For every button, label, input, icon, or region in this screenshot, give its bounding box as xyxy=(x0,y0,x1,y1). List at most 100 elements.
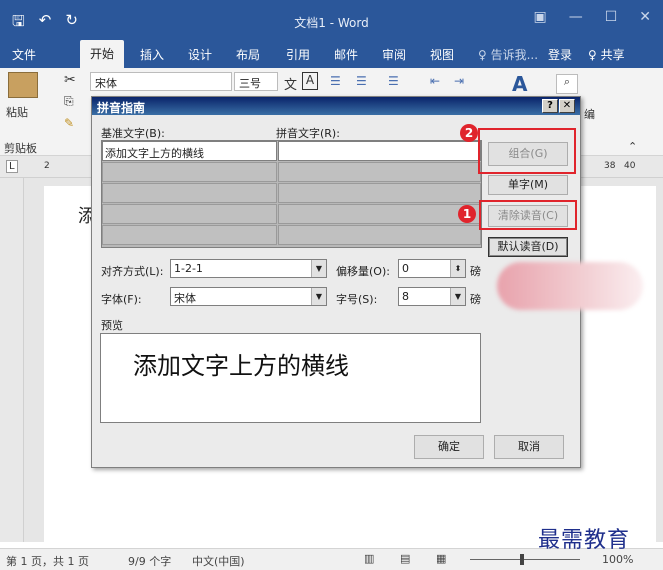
font-label: 字体(F): xyxy=(101,293,142,306)
cut-icon[interactable]: ✂ xyxy=(64,72,76,88)
base-text-label: 基准文字(B): xyxy=(101,127,165,140)
font-size-box[interactable]: 三号 xyxy=(234,72,278,91)
find-icon[interactable]: ⌕ xyxy=(556,74,578,94)
offset-label: 偏移量(O): xyxy=(336,265,390,278)
base-text-field[interactable]: 添加文字上方的横线 xyxy=(102,141,277,161)
minimize-icon[interactable]: — xyxy=(569,9,583,25)
clipboard-group-label: 剪贴板 xyxy=(4,142,37,155)
dialog-close-button[interactable]: ✕ xyxy=(559,99,575,113)
preview-label: 预览 xyxy=(101,319,123,332)
ruby-text-field[interactable] xyxy=(278,141,481,161)
tab-file[interactable]: 文件 xyxy=(12,46,36,63)
ruler-number: 38 xyxy=(604,161,616,171)
phonetic-guide-icon[interactable]: 文 xyxy=(284,74,297,93)
tab-review[interactable]: 审阅 xyxy=(382,46,406,63)
font-value: 宋体 xyxy=(174,292,196,305)
ruby-text-field xyxy=(278,204,481,224)
annotation-box-2 xyxy=(478,128,576,174)
blurred-region xyxy=(497,262,643,310)
bullets-icon[interactable]: ☰ xyxy=(330,74,341,88)
close-icon[interactable]: ✕ xyxy=(639,9,651,25)
ruby-text-field xyxy=(278,225,481,245)
chevron-down-icon: ▼ xyxy=(311,288,326,305)
default-reading-button[interactable]: 默认读音(D) xyxy=(488,237,568,257)
page-count[interactable]: 第 1 页，共 1 页 xyxy=(6,553,89,569)
dialog-title: 拼音指南 xyxy=(97,101,146,115)
increase-indent-icon[interactable]: ⇥ xyxy=(454,74,464,88)
multilevel-list-icon[interactable]: ☰ xyxy=(388,74,399,88)
collapse-ribbon-icon[interactable]: ⌃ xyxy=(628,140,637,153)
base-text-field xyxy=(102,183,277,203)
watermark: 最需教育 xyxy=(538,528,631,553)
ruler-number: 2 xyxy=(44,161,50,171)
chevron-down-icon: ▼ xyxy=(450,288,465,305)
base-text-field xyxy=(102,225,277,245)
maximize-icon[interactable]: ☐ xyxy=(605,9,618,25)
help-button[interactable]: ? xyxy=(542,99,558,113)
ruby-text-field xyxy=(278,183,481,203)
title-bar: 🖫 ↶ ↻ 文档1 - Word ▣ — ☐ ✕ xyxy=(0,0,663,40)
word-count[interactable]: 9/9 个字 xyxy=(128,553,171,569)
alignment-select[interactable]: 1-2-1 ▼ xyxy=(170,259,327,278)
annotation-box-1 xyxy=(479,200,577,230)
paste-label: 粘贴 xyxy=(6,106,28,119)
alignment-label: 对齐方式(L): xyxy=(101,265,164,278)
font-select[interactable]: 宋体 ▼ xyxy=(170,287,327,306)
char-border-icon[interactable]: A xyxy=(302,72,318,90)
tab-design[interactable]: 设计 xyxy=(188,46,212,63)
ribbon-display-icon[interactable]: ▣ xyxy=(533,9,546,25)
tab-references[interactable]: 引用 xyxy=(286,46,310,63)
size-value: 8 xyxy=(402,290,409,303)
ribbon-tabs: 文件 开始 插入 设计 布局 引用 邮件 审阅 视图 ♀ 告诉我... 登录 ♀… xyxy=(0,40,663,68)
signin-link[interactable]: 登录 xyxy=(548,46,572,63)
zoom-slider-handle[interactable] xyxy=(520,554,524,565)
offset-value: 0 xyxy=(402,262,409,275)
base-text-field xyxy=(102,162,277,182)
read-mode-icon[interactable]: ▥ xyxy=(364,552,374,565)
vertical-ruler xyxy=(0,178,24,542)
offset-unit: 磅 xyxy=(470,265,481,278)
decrease-indent-icon[interactable]: ⇤ xyxy=(430,74,440,88)
tab-selector[interactable]: L xyxy=(6,160,18,173)
phonetic-grid: 添加文字上方的横线 xyxy=(101,140,482,248)
dialog-title-bar: 拼音指南 xyxy=(92,97,580,115)
tab-mailings[interactable]: 邮件 xyxy=(334,46,358,63)
copy-icon[interactable]: ⎘ xyxy=(64,94,74,109)
annotation-badge-1: 1 xyxy=(458,205,476,223)
tab-view[interactable]: 视图 xyxy=(430,46,454,63)
chevron-down-icon: ▼ xyxy=(311,260,326,277)
share-button[interactable]: ♀ 共享 xyxy=(588,46,625,63)
single-char-button[interactable]: 单字(M) xyxy=(488,175,568,195)
font-name-box[interactable]: 宋体 xyxy=(90,72,232,91)
ruby-text-field xyxy=(278,162,481,182)
ok-button[interactable]: 确定 xyxy=(414,435,484,459)
styles-icon[interactable]: A xyxy=(512,72,527,96)
tab-insert[interactable]: 插入 xyxy=(140,46,164,63)
ruby-text-label: 拼音文字(R): xyxy=(276,127,340,140)
editing-label-fragment: 编 xyxy=(584,108,595,121)
preview-box: 添加文字上方的横线 xyxy=(100,333,481,423)
tab-layout[interactable]: 布局 xyxy=(236,46,260,63)
size-select[interactable]: 8 ▼ xyxy=(398,287,466,306)
size-unit: 磅 xyxy=(470,293,481,306)
zoom-slider[interactable] xyxy=(470,559,580,560)
tell-me-box[interactable]: ♀ 告诉我... xyxy=(478,46,538,63)
tab-home[interactable]: 开始 xyxy=(80,40,125,68)
zoom-level[interactable]: 100% xyxy=(602,553,633,566)
alignment-value: 1-2-1 xyxy=(174,262,203,275)
ruler-number: 40 xyxy=(624,161,636,171)
preview-text: 添加文字上方的横线 xyxy=(133,352,349,380)
base-text-field xyxy=(102,204,277,224)
size-label: 字号(S): xyxy=(336,293,378,306)
annotation-badge-2: 2 xyxy=(460,124,478,142)
numbering-icon[interactable]: ☰ xyxy=(356,74,367,88)
paste-icon[interactable] xyxy=(8,72,38,98)
format-painter-icon[interactable]: ✎ xyxy=(64,116,74,130)
web-layout-icon[interactable]: ▦ xyxy=(436,552,446,565)
window-controls: ▣ — ☐ ✕ xyxy=(533,9,651,25)
print-layout-icon[interactable]: ▤ xyxy=(400,552,410,565)
offset-stepper[interactable]: 0 ⬍ xyxy=(398,259,466,278)
spinner-icon[interactable]: ⬍ xyxy=(450,260,465,277)
language-indicator[interactable]: 中文(中国) xyxy=(192,553,245,569)
cancel-button[interactable]: 取消 xyxy=(494,435,564,459)
